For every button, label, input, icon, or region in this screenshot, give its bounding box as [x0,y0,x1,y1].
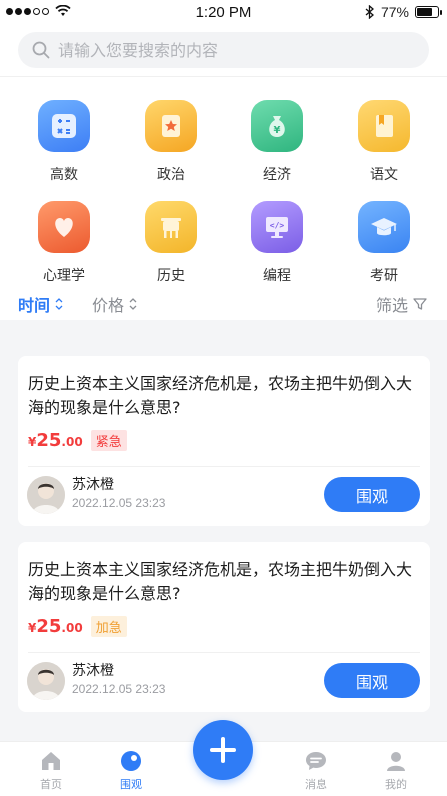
price-row: ¥25.00 紧急 [28,430,127,451]
question-card[interactable]: 历史上资本主义国家经济危机是，农场主把牛奶倒入大海的现象是什么意思? ¥25.0… [18,356,430,526]
category-kaoyan[interactable]: 考研 [344,201,424,285]
add-question-button[interactable] [193,720,253,780]
tab-profile[interactable]: 我的 [366,748,426,792]
category-label: 语文 [370,167,398,183]
sort-arrows-icon [55,298,63,310]
watch-icon [101,748,161,774]
watch-button[interactable]: 围观 [324,663,420,698]
top-area: 高数 政治 ¥ 经济 [0,24,447,320]
filter-label: 筛选 [376,296,409,315]
graduation-cap-icon [358,201,410,253]
tab-watch[interactable]: 围观 [101,748,161,792]
svg-text:</>: </> [270,221,285,230]
price: ¥25.00 [28,430,83,451]
calculator-icon [38,100,90,152]
tab-label: 我的 [385,778,407,791]
urgency-tag: 紧急 [90,430,127,451]
divider [0,76,447,77]
book-icon [358,100,410,152]
price: ¥25.00 [28,616,83,637]
battery-percent: 77% [380,4,409,20]
divider [28,466,420,467]
category-zhengzhi[interactable]: 政治 [131,100,211,184]
sort-arrows-icon [129,298,137,310]
user-name: 苏沐橙 [72,477,114,493]
search-icon [32,41,50,59]
sort-price[interactable]: 价格 [92,292,138,316]
message-icon [286,748,346,774]
status-right: 77% [365,4,442,20]
battery-fill [417,8,433,16]
post-time: 2022.12.05 23:23 [72,496,166,510]
post-time: 2022.12.05 23:23 [72,682,166,696]
category-label: 历史 [157,268,185,284]
category-label: 编程 [263,268,291,284]
sort-price-label: 价格 [92,296,125,315]
status-bar: 1:20 PM 77% [0,0,447,24]
code-monitor-icon: </> [251,201,303,253]
svg-text:¥: ¥ [274,125,281,136]
sort-time-label: 时间 [18,296,51,315]
urgency-tag: 加急 [90,616,127,637]
bluetooth-icon [365,5,374,19]
category-yuwen[interactable]: 语文 [344,100,424,184]
category-label: 政治 [157,167,185,183]
category-gaoshu[interactable]: 高数 [24,100,104,184]
filter-button[interactable]: 筛选 [376,292,428,316]
question-title: 历史上资本主义国家经济危机是，农场主把牛奶倒入大海的现象是什么意思? [28,560,413,603]
funnel-icon [413,298,427,310]
question-title: 历史上资本主义国家经济危机是，农场主把牛奶倒入大海的现象是什么意思? [28,374,413,417]
user-icon [366,748,426,774]
avatar[interactable] [27,662,65,700]
category-lishi[interactable]: 历史 [131,201,211,285]
user-name: 苏沐橙 [72,663,114,679]
tab-home[interactable]: 首页 [21,748,81,792]
star-book-icon [145,100,197,152]
plus-icon [210,737,236,763]
bronze-vessel-icon [145,201,197,253]
category-label: 高数 [50,167,78,183]
sort-time[interactable]: 时间 [18,292,64,316]
category-label: 经济 [263,167,291,183]
category-xinlixue[interactable]: 心理学 [24,201,104,285]
category-jingji[interactable]: ¥ 经济 [237,100,317,184]
battery-icon [415,6,442,18]
search-input[interactable] [58,40,398,60]
question-card[interactable]: 历史上资本主义国家经济危机是，农场主把牛奶倒入大海的现象是什么意思? ¥25.0… [18,542,430,712]
avatar[interactable] [27,476,65,514]
search-bar[interactable] [18,32,429,68]
tab-label: 首页 [40,778,62,791]
category-label: 心理学 [43,268,85,284]
tab-messages[interactable]: 消息 [286,748,346,792]
home-icon [21,748,81,774]
category-label: 考研 [370,268,398,284]
tab-label: 消息 [305,778,327,791]
watch-button[interactable]: 围观 [324,477,420,512]
tab-label: 围观 [120,778,142,791]
money-bag-icon: ¥ [251,100,303,152]
divider [28,652,420,653]
filter-bar: 时间 价格 筛选 [0,286,447,320]
heart-icon [38,201,90,253]
category-biancheng[interactable]: </> 编程 [237,201,317,285]
price-row: ¥25.00 加急 [28,616,127,637]
